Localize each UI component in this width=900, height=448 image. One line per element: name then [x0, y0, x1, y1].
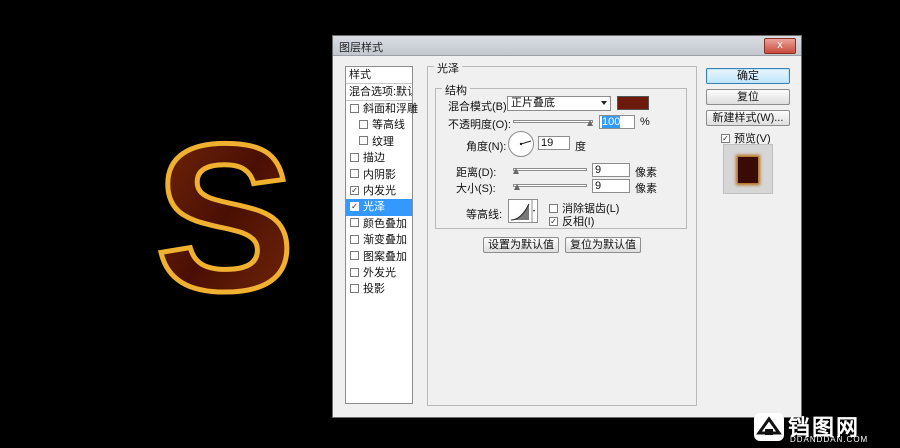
blend-mode-select[interactable]: 正片叠底: [507, 96, 611, 111]
blend-mode-value: 正片叠底: [511, 97, 555, 109]
opacity-slider[interactable]: [513, 120, 593, 123]
svg-text:S: S: [155, 118, 295, 308]
style-item-checkbox[interactable]: [359, 136, 368, 146]
dialog-title: 图层样式: [339, 42, 383, 54]
style-item[interactable]: 图案叠加: [346, 249, 412, 265]
styles-list: 样式 混合选项:默认 斜面和浮雕等高线纹理描边内阴影 ✓ 内发光 ✓ 光泽颜色叠加渐变叠…: [345, 66, 418, 404]
opacity-input[interactable]: 100: [599, 115, 635, 129]
size-slider[interactable]: [513, 184, 587, 187]
style-item[interactable]: 颜色叠加: [346, 216, 412, 232]
blend-mode-label: 混合模式(B):: [448, 101, 510, 113]
style-item-label: 光泽: [363, 201, 385, 214]
style-item-label: 颜色叠加: [363, 217, 407, 230]
style-item-label: 投影: [363, 283, 385, 296]
satin-panel: 光泽 结构 混合模式(B): 正片叠底 不透明度(O): 100 % 角度(N)…: [427, 60, 697, 406]
style-item[interactable]: 外发光: [346, 265, 412, 281]
section-title: 光泽: [434, 60, 462, 76]
invert-checkbox[interactable]: ✓ 反相(I): [549, 213, 594, 229]
style-item[interactable]: 斜面和浮雕: [346, 101, 418, 117]
style-item-checkbox[interactable]: [350, 218, 359, 228]
style-item[interactable]: 描边: [346, 150, 412, 166]
style-item-label: 外发光: [363, 266, 396, 279]
style-item[interactable]: 投影: [346, 281, 412, 297]
angle-label: 角度(N):: [466, 141, 507, 153]
distance-slider-thumb[interactable]: [513, 168, 519, 174]
reset-button[interactable]: 复位: [706, 89, 790, 105]
blending-options-item[interactable]: 混合选项:默认: [346, 84, 412, 101]
style-item[interactable]: ✓ 内发光: [346, 183, 412, 199]
style-item-checkbox[interactable]: ✓: [350, 201, 359, 211]
size-input[interactable]: 9: [592, 179, 630, 193]
antialias-box[interactable]: [549, 203, 558, 213]
angle-unit: 度: [575, 141, 586, 153]
style-item[interactable]: ✓ 光泽: [346, 199, 412, 216]
style-item-checkbox[interactable]: [350, 103, 359, 113]
angle-dial[interactable]: [508, 131, 534, 157]
size-unit: 像素: [635, 183, 657, 195]
distance-unit: 像素: [635, 167, 657, 179]
opacity-label: 不透明度(O):: [448, 119, 511, 131]
distance-input[interactable]: 9: [592, 163, 630, 177]
style-item-checkbox[interactable]: [350, 283, 359, 293]
invert-label: 反相(I): [562, 216, 595, 228]
contour-curve-icon: [510, 200, 535, 222]
chevron-down-icon: [601, 101, 607, 105]
preview-swatch: [738, 157, 758, 183]
site-watermark: 铛图网 DDANDDAN.COM: [754, 410, 894, 444]
style-item[interactable]: 等高线: [346, 117, 412, 133]
angle-needle-icon: [519, 140, 532, 146]
distance-label: 距离(D):: [456, 167, 497, 179]
style-item-label: 渐变叠加: [363, 234, 407, 247]
opacity-unit: %: [640, 116, 650, 128]
contour-picker[interactable]: [508, 199, 538, 223]
style-preview-thumbnail: [723, 144, 773, 194]
contour-label: 等高线:: [466, 209, 503, 221]
style-item[interactable]: 纹理: [346, 134, 412, 150]
style-item-label: 等高线: [372, 119, 405, 132]
style-item-checkbox[interactable]: [350, 169, 359, 179]
structure-title: 结构: [442, 82, 470, 98]
styles-header[interactable]: 样式: [346, 67, 412, 84]
reset-default-button[interactable]: 复位为默认值: [565, 237, 641, 253]
style-item-checkbox[interactable]: [350, 234, 359, 244]
style-item-label: 纹理: [372, 135, 394, 148]
angle-input[interactable]: 19: [538, 136, 570, 150]
size-slider-thumb[interactable]: [514, 184, 520, 190]
size-label: 大小(S):: [456, 183, 496, 195]
style-item-checkbox[interactable]: [350, 267, 359, 277]
style-item-checkbox[interactable]: ✓: [350, 185, 359, 195]
canvas-letter-s: S: [152, 98, 297, 338]
close-button[interactable]: x: [764, 38, 796, 54]
style-item[interactable]: 内阴影: [346, 167, 412, 183]
watermark-subtext: DDANDDAN.COM: [790, 435, 869, 444]
opacity-slider-thumb[interactable]: [587, 120, 593, 126]
style-item-label: 图案叠加: [363, 250, 407, 263]
preview-box[interactable]: ✓: [721, 133, 730, 143]
style-item-checkbox[interactable]: [350, 152, 359, 162]
style-item-label: 描边: [363, 152, 385, 165]
blend-color-swatch[interactable]: [617, 96, 649, 110]
ok-button[interactable]: 确定: [706, 68, 790, 84]
dialog-titlebar[interactable]: 图层样式 x: [333, 36, 801, 56]
style-item-label: 斜面和浮雕: [363, 103, 418, 115]
layer-style-dialog: 图层样式 x 样式 混合选项:默认 斜面和浮雕 等高线 纹理 描边 内阴影 ✓ 内发光 ✓ 光泽…: [332, 35, 802, 418]
watermark-logo-icon: [754, 413, 784, 441]
style-item-checkbox[interactable]: [359, 119, 368, 129]
make-default-button[interactable]: 设置为默认值: [483, 237, 559, 253]
structure-group: 结构 混合模式(B): 正片叠底 不透明度(O): 100 % 角度(N): 1…: [435, 82, 687, 229]
style-item-label: 内发光: [363, 184, 396, 197]
style-item[interactable]: 渐变叠加: [346, 232, 412, 248]
distance-slider[interactable]: [513, 168, 587, 171]
invert-box[interactable]: ✓: [549, 216, 558, 226]
style-item-label: 内阴影: [363, 168, 396, 181]
new-style-button[interactable]: 新建样式(W)...: [706, 110, 790, 126]
style-item-checkbox[interactable]: [350, 251, 359, 261]
